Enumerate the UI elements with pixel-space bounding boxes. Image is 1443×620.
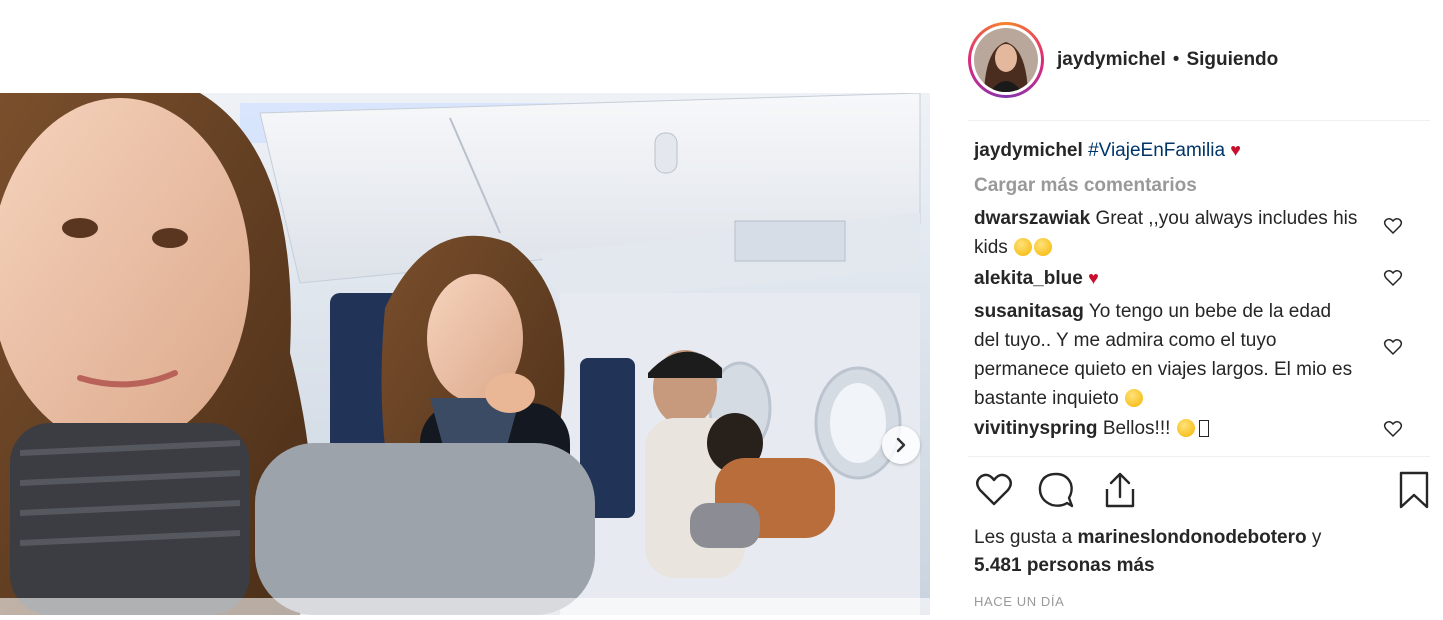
post-caption: jaydymichel #ViajeEnFamilia ♥ (974, 136, 1429, 165)
heart-outline-icon[interactable] (974, 470, 1014, 510)
airplane-cabin-photo (0, 93, 930, 615)
separator-dot: • (1172, 49, 1180, 70)
post-photo[interactable] (0, 93, 930, 615)
action-bar (974, 468, 1429, 512)
comment-like-heart-icon[interactable] (1383, 337, 1403, 357)
comment-item: alekita_blue ♥ (974, 264, 1429, 293)
chevron-right-icon (896, 437, 906, 453)
follow-status-button[interactable]: Siguiendo (1186, 49, 1278, 71)
missing-glyph-icon (1198, 420, 1209, 437)
astonished-face-emoji (1014, 238, 1033, 256)
bookmark-icon[interactable] (1394, 470, 1434, 510)
likes-summary: Les gusta a marineslondonodebotero y 5.4… (974, 524, 1429, 580)
comment-username[interactable]: vivitinyspring (974, 418, 1098, 439)
comment-like-heart-icon[interactable] (1383, 419, 1403, 439)
post-timestamp[interactable]: HACE UN DÍA (974, 594, 1064, 609)
author-username[interactable]: jaydymichel (1057, 49, 1166, 71)
avatar[interactable] (974, 28, 1038, 92)
share-upload-icon[interactable] (1100, 470, 1140, 510)
comment-item: vivitinyspring Bellos!!! (974, 414, 1429, 443)
caption-hashtag[interactable]: #ViajeEnFamilia (1088, 140, 1225, 161)
likes-prefix: Les gusta a (974, 527, 1073, 548)
avatar-image (974, 28, 1038, 92)
post-side-panel: jaydymichel • Siguiendo jaydymichel #Via… (960, 0, 1433, 620)
post-header: jaydymichel • Siguiendo (960, 18, 1430, 102)
instagram-post: jaydymichel • Siguiendo jaydymichel #Via… (0, 0, 1443, 620)
likes-count[interactable]: 5.481 personas más (974, 555, 1155, 576)
red-heart-emoji: ♥ (1088, 268, 1099, 288)
actions-divider (968, 456, 1430, 457)
likes-conjunction: y (1311, 527, 1322, 548)
caption-username[interactable]: jaydymichel (974, 140, 1083, 161)
comment-text: Bellos!!! (1102, 418, 1171, 439)
comment-item: dwarszawiak Great ,,you always includes … (974, 204, 1429, 262)
comments-section: jaydymichel #ViajeEnFamilia ♥ Cargar más… (974, 136, 1429, 443)
next-photo-button[interactable] (882, 426, 920, 464)
comment-username[interactable]: dwarszawiak (974, 208, 1090, 229)
comment-like-heart-icon[interactable] (1383, 216, 1403, 236)
comment-item: susanitasag Yo tengo un bebe de la edad … (974, 297, 1429, 413)
header-divider (968, 120, 1430, 121)
load-more-comments-button[interactable]: Cargar más comentarios (974, 172, 1429, 200)
comment-like-heart-icon[interactable] (1383, 268, 1403, 288)
story-ring[interactable] (968, 22, 1044, 98)
comment-username[interactable]: alekita_blue (974, 268, 1083, 289)
comment-username[interactable]: susanitasag (974, 301, 1084, 322)
red-heart-emoji: ♥ (1230, 140, 1241, 160)
face-emoji (1125, 389, 1144, 407)
speech-bubble-icon[interactable] (1036, 470, 1076, 510)
heart-eyes-emoji (1176, 419, 1195, 437)
heart-eyes-emoji (1034, 238, 1053, 256)
liked-by-username[interactable]: marineslondonodebotero (1078, 527, 1307, 548)
